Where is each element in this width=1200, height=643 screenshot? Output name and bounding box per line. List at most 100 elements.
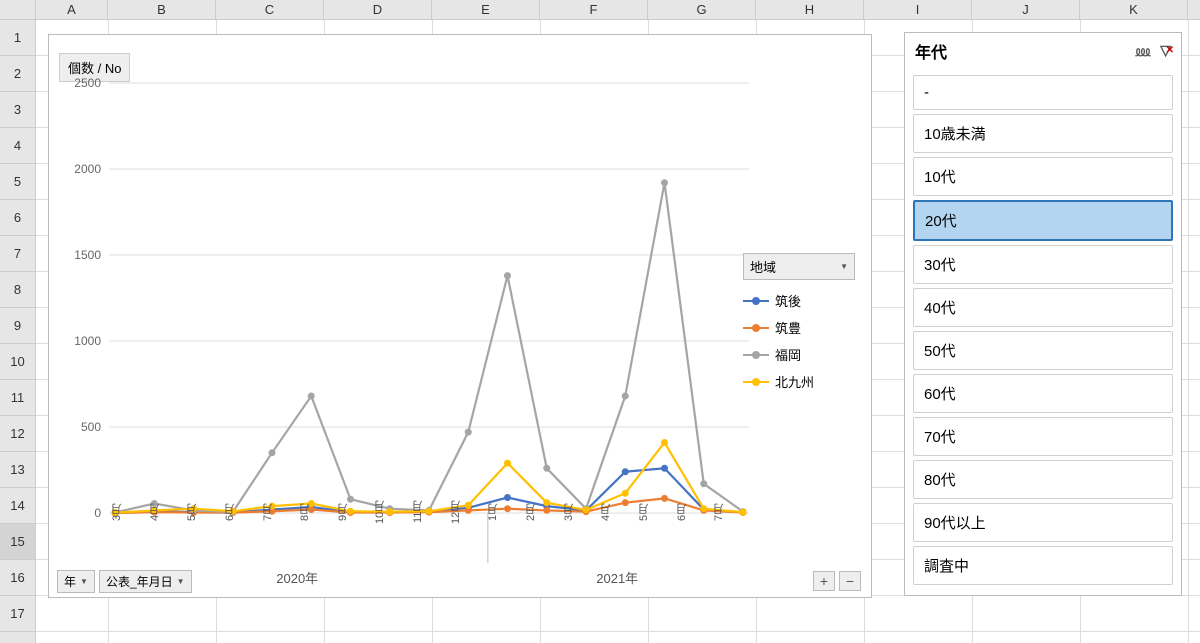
row-header-2[interactable]: 2 (0, 56, 35, 92)
legend-label: 北九州 (775, 372, 814, 391)
x-axis-year-groups: 2020年2021年 (109, 568, 749, 587)
select-all-corner[interactable] (0, 0, 36, 19)
svg-text:2500: 2500 (74, 76, 101, 90)
slicer-age[interactable]: 年代 ⅏ ▽✕ - 10歳未満 10代 20代 30代 40代 50代 60代 70代 80代 90… (904, 32, 1182, 596)
svg-text:2000: 2000 (74, 162, 101, 176)
x-tick: 4月 (598, 495, 636, 529)
col-header-F[interactable]: F (540, 0, 648, 19)
slicer-item[interactable]: 50代 (913, 331, 1173, 370)
legend-filter-button[interactable]: 地域 ▼ (743, 253, 855, 280)
x-tick: 5月 (184, 495, 222, 529)
col-header-B[interactable]: B (108, 0, 216, 19)
legend-swatch-gray (743, 354, 769, 356)
svg-text:0: 0 (94, 506, 101, 520)
row-header-14[interactable]: 14 (0, 488, 35, 524)
expand-button[interactable]: + (813, 571, 835, 591)
col-header-H[interactable]: H (756, 0, 864, 19)
collapse-button[interactable]: − (839, 571, 861, 591)
axis-field-buttons: 年▼ 公表_年月日 ▼ (57, 570, 192, 593)
slicer-item[interactable]: 60代 (913, 374, 1173, 413)
svg-text:1500: 1500 (74, 248, 101, 262)
col-header-G[interactable]: G (648, 0, 756, 19)
x-tick: 7月 (711, 495, 749, 529)
row-header-7[interactable]: 7 (0, 236, 35, 272)
x-tick: 6月 (674, 495, 712, 529)
x-tick: 5月 (636, 495, 674, 529)
slicer-header: 年代 ⅏ ▽✕ (905, 33, 1181, 71)
x-tick: 3月 (561, 495, 599, 529)
legend-swatch-blue (743, 300, 769, 302)
slicer-item[interactable]: 10歳未満 (913, 114, 1173, 153)
svg-text:500: 500 (81, 420, 101, 434)
x-tick: 1月 (485, 495, 523, 529)
slicer-item[interactable]: 80代 (913, 460, 1173, 499)
x-tick: 11月 (410, 495, 448, 529)
pivot-chart[interactable]: 個数 / No 05001000150020002500 地域 ▼ 筑後 筑豊 … (48, 34, 872, 598)
legend-label: 筑豊 (775, 318, 801, 337)
col-header-I[interactable]: I (864, 0, 972, 19)
legend-item-kitakyushu[interactable]: 北九州 (743, 368, 855, 395)
row-header-11[interactable]: 11 (0, 380, 35, 416)
row-header-3[interactable]: 3 (0, 92, 35, 128)
x-tick: 10月 (372, 495, 410, 529)
chart-svg: 05001000150020002500 (109, 83, 749, 513)
row-header-15[interactable]: 15 (0, 524, 35, 560)
slicer-item[interactable]: 30代 (913, 245, 1173, 284)
row-headers: 1234567891011121314151617 (0, 20, 36, 643)
chevron-down-icon: ▼ (80, 577, 88, 586)
multi-select-icon[interactable]: ⅏ (1136, 42, 1150, 61)
field-button-year[interactable]: 年▼ (57, 570, 95, 593)
slicer-item[interactable]: 90代以上 (913, 503, 1173, 542)
row-header-4[interactable]: 4 (0, 128, 35, 164)
row-header-10[interactable]: 10 (0, 344, 35, 380)
row-header-8[interactable]: 8 (0, 272, 35, 308)
svg-text:1000: 1000 (74, 334, 101, 348)
slicer-item[interactable]: 70代 (913, 417, 1173, 456)
x-tick: 6月 (222, 495, 260, 529)
legend-label: 筑後 (775, 291, 801, 310)
slicer-item[interactable]: 10代 (913, 157, 1173, 196)
x-tick: 9月 (335, 495, 373, 529)
column-headers: A B C D E F G H I J K (0, 0, 1200, 20)
chevron-down-icon: ▼ (840, 262, 848, 271)
legend-item-fukuoka[interactable]: 福岡 (743, 341, 855, 368)
x-tick: 4月 (147, 495, 185, 529)
x-tick: 12月 (448, 495, 486, 529)
chevron-down-icon: ▼ (177, 577, 185, 586)
slicer-title: 年代 (915, 39, 947, 63)
row-header-12[interactable]: 12 (0, 416, 35, 452)
slicer-item[interactable]: 40代 (913, 288, 1173, 327)
clear-filter-icon[interactable]: ▽✕ (1160, 42, 1171, 61)
row-header-1[interactable]: 1 (0, 20, 35, 56)
expand-collapse-buttons: + − (813, 571, 861, 591)
x-tick: 2月 (523, 495, 561, 529)
field-button-date[interactable]: 公表_年月日 ▼ (99, 570, 192, 593)
field-button-label: 公表_年月日 (106, 573, 173, 590)
slicer-item[interactable]: - (913, 75, 1173, 110)
x-tick: 7月 (260, 495, 298, 529)
row-header-16[interactable]: 16 (0, 560, 35, 596)
col-header-E[interactable]: E (432, 0, 540, 19)
x-tick: 3月 (109, 495, 147, 529)
row-header-6[interactable]: 6 (0, 200, 35, 236)
slicer-item[interactable]: 調査中 (913, 546, 1173, 585)
row-header-13[interactable]: 13 (0, 452, 35, 488)
legend-item-chikugo[interactable]: 筑後 (743, 287, 855, 314)
col-header-J[interactable]: J (972, 0, 1080, 19)
legend-swatch-orange (743, 327, 769, 329)
x-axis-ticks: 3月4月5月6月7月8月9月10月11月12月1月2月3月4月5月6月7月 (109, 495, 749, 545)
row-header-5[interactable]: 5 (0, 164, 35, 200)
legend: 筑後 筑豊 福岡 北九州 (743, 287, 855, 395)
legend-item-chikuho[interactable]: 筑豊 (743, 314, 855, 341)
legend-swatch-yellow (743, 381, 769, 383)
year-group-label: 2021年 (485, 568, 749, 587)
legend-filter-label: 地域 (750, 257, 776, 276)
col-header-K[interactable]: K (1080, 0, 1188, 19)
col-header-A[interactable]: A (36, 0, 108, 19)
row-header-17[interactable]: 17 (0, 596, 35, 632)
x-tick: 8月 (297, 495, 335, 529)
col-header-C[interactable]: C (216, 0, 324, 19)
row-header-9[interactable]: 9 (0, 308, 35, 344)
slicer-item[interactable]: 20代 (913, 200, 1173, 241)
col-header-D[interactable]: D (324, 0, 432, 19)
